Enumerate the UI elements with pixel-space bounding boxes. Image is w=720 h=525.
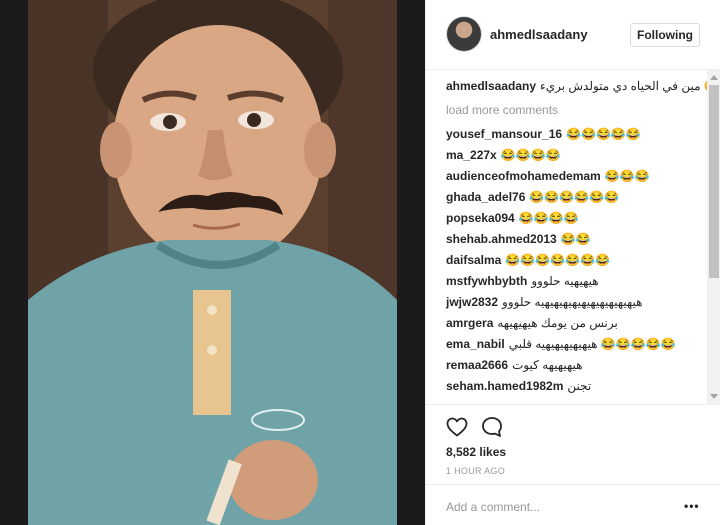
ellipsis-icon[interactable]: ••• (684, 499, 700, 513)
comment-text: 😂😂 (560, 232, 591, 246)
comment-username[interactable]: shehab.ahmed2013 (446, 232, 557, 246)
list-item: mstfywhbybth هيهيهيه حلووو (446, 273, 599, 289)
comment-username[interactable]: ema_nabil (446, 337, 505, 351)
comment-username[interactable]: yousef_mansour_16 (446, 127, 562, 141)
post-timestamp: 1 HOUR AGO (446, 466, 506, 476)
caption-username[interactable]: ahmedlsaadany (446, 79, 536, 93)
comment-username[interactable]: amrgera (446, 316, 493, 330)
list-item: ma_227x 😂😂😂😂 (446, 147, 560, 163)
likes-count[interactable]: 8,582 likes (446, 445, 506, 459)
comment-username[interactable]: ghada_adel76 (446, 190, 525, 204)
scrollbar-thumb[interactable] (709, 85, 719, 278)
scroll-down-arrow-icon[interactable] (710, 394, 718, 399)
post-side-panel: ahmedlsaadany Following ahmedlsaadany مين… (425, 0, 720, 525)
comment-username[interactable]: remaa2666 (446, 358, 508, 372)
comment-text: 😂😂😂😂 (518, 211, 579, 225)
comment-text: هيهيهيهه كيوت (512, 358, 583, 372)
list-item: ghada_adel76 😂😂😂😂😂😂 (446, 189, 619, 205)
comment-text: 😂😂😂😂😂😂 (529, 190, 620, 204)
comments-scrollbar[interactable] (707, 70, 720, 404)
list-item: jwjw2832 هيهيهيهيهيهيهيهيهيهيهيه حلووو (446, 294, 642, 310)
list-item: seham.hamed1982m تجنن (446, 378, 591, 394)
list-item: ema_nabil هيهيهيهيهيهيه قلبي 😂😂😂😂😂 (446, 336, 676, 352)
post-photo[interactable] (28, 0, 397, 525)
list-item: popseka094 😂😂😂😂 (446, 210, 578, 226)
comment-text: هيهيهيهيهيهيه قلبي 😂😂😂😂😂 (508, 337, 676, 351)
add-comment-input[interactable] (446, 497, 676, 517)
comment-text: هيهيهيهيهيهيهيهيهيهيهيه حلووو (502, 295, 643, 309)
comment-username[interactable]: ma_227x (446, 148, 497, 162)
comment-text: 😂😂😂😂 (500, 148, 561, 162)
post-header: ahmedlsaadany Following (426, 0, 720, 70)
comment-username[interactable]: jwjw2832 (446, 295, 498, 309)
photo-viewer (0, 0, 425, 525)
comment-username[interactable]: popseka094 (446, 211, 515, 225)
list-item: daifsalma 😂😂😂😂😂😂😂 (446, 252, 610, 268)
comment-text: تجنن (567, 379, 592, 393)
list-item: yousef_mansour_16 😂😂😂😂😂 (446, 126, 641, 142)
comment-text: برنس من يومك هيهيهيهه (497, 316, 618, 330)
comment-username[interactable]: seham.hamed1982m (446, 379, 563, 393)
list-item: audienceofmohamedemam 😂😂😂 (446, 168, 650, 184)
speech-bubble-icon[interactable] (480, 415, 504, 439)
scroll-up-arrow-icon[interactable] (710, 75, 718, 80)
load-more-comments-link[interactable]: load more comments (446, 103, 558, 117)
caption: ahmedlsaadany مين في الحياه دي متولدش بري… (446, 78, 719, 94)
comment-username[interactable]: daifsalma (446, 253, 501, 267)
add-comment-bar: ••• (426, 484, 720, 525)
following-button[interactable]: Following (630, 23, 700, 47)
owner-username[interactable]: ahmedlsaadany (490, 27, 588, 42)
comment-text: 😂😂😂😂😂 (566, 127, 641, 141)
list-item: shehab.ahmed2013 😂😂 (446, 231, 591, 247)
caption-text: مين في الحياه دي متولدش بريء 😊 (540, 79, 719, 93)
comment-username[interactable]: mstfywhbybth (446, 274, 527, 288)
list-item: remaa2666 هيهيهيهه كيوت (446, 357, 582, 373)
list-item: amrgera برنس من يومك هيهيهيهه (446, 315, 618, 331)
comment-username[interactable]: audienceofmohamedemam (446, 169, 601, 183)
comment-text: هيهيهيه حلووو (531, 274, 599, 288)
post-actions: 8,582 likes 1 HOUR AGO (426, 404, 720, 484)
comments-list: ahmedlsaadany مين في الحياه دي متولدش بري… (426, 70, 720, 404)
avatar[interactable] (446, 16, 482, 52)
comment-text: 😂😂😂 (604, 169, 650, 183)
comment-text: 😂😂😂😂😂😂😂 (505, 253, 610, 267)
post-photo-illustration (28, 0, 397, 525)
heart-icon[interactable] (445, 415, 469, 439)
